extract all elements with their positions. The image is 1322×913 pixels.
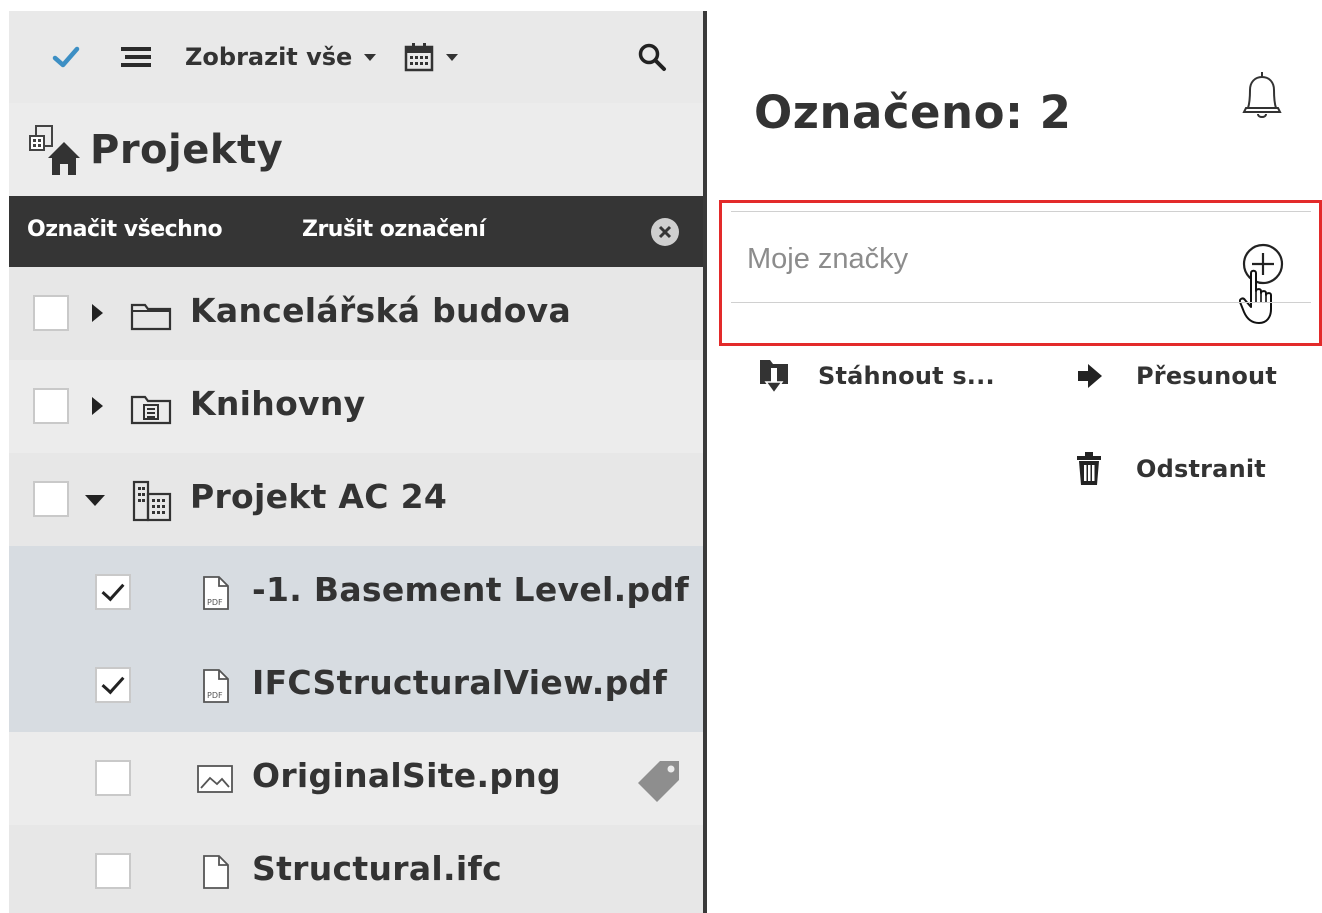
image-file-icon [197,765,233,793]
collapse-arrow-icon[interactable] [85,495,105,506]
projects-header: Projekty [9,103,703,196]
tag-icon[interactable] [636,758,682,804]
download-label: Stáhnout s... [818,362,995,390]
chevron-down-icon [446,53,458,61]
tree-row-ifc-pdf[interactable]: PDF IFCStructuralView.pdf [9,639,703,732]
tree-item-label: -1. Basement Level.pdf [252,570,690,609]
row-checkbox[interactable] [95,853,131,889]
tree-row-kancelarska[interactable]: Kancelářská budova [9,267,703,360]
divider [731,302,1311,303]
selection-count-title: Označeno: 2 [754,86,1072,139]
library-folder-icon [130,395,172,425]
file-icon [203,855,229,889]
chevron-down-icon [364,53,377,61]
close-icon[interactable] [651,218,679,246]
selection-bar: Označit všechno Zrušit označení [9,196,703,267]
show-all-dropdown[interactable]: Zobrazit vše [185,39,377,75]
arrow-right-icon [1069,356,1109,396]
check-icon[interactable] [51,39,81,75]
tree-item-label: Kancelářská budova [190,291,572,330]
tree-row-structural-ifc[interactable]: Structural.ifc [9,825,703,913]
hand-cursor-icon [1239,269,1272,324]
download-icon [754,356,794,396]
select-all-button[interactable]: Označit všechno [27,217,223,242]
show-all-label: Zobrazit vše [185,43,353,71]
tree-row-basement-pdf[interactable]: PDF -1. Basement Level.pdf [9,546,703,639]
building-icon [132,480,172,522]
folder-icon [130,303,172,331]
tree-item-label: Structural.ifc [252,849,502,888]
move-button[interactable]: Přesunout [1069,356,1277,396]
search-icon[interactable] [637,39,667,75]
row-checkbox[interactable] [95,760,131,796]
tree-row-projekt-ac24[interactable]: Projekt AC 24 [9,453,703,546]
panel-divider[interactable] [703,11,707,913]
divider [731,211,1311,212]
svg-text:PDF: PDF [207,691,223,700]
tags-input-placeholder[interactable]: Moje značky [747,243,908,276]
row-checkbox[interactable] [33,388,69,424]
row-checkbox-checked[interactable] [95,667,131,703]
tree-item-label: OriginalSite.png [252,756,561,795]
row-checkbox-checked[interactable] [95,574,131,610]
list-icon[interactable] [119,39,153,75]
bell-icon[interactable] [1234,68,1290,124]
calendar-icon [404,43,434,72]
delete-button[interactable]: Odstranit [1069,449,1266,489]
projects-title: Projekty [90,126,284,173]
calendar-dropdown[interactable] [404,39,458,75]
pdf-file-icon: PDF [203,669,229,703]
move-label: Přesunout [1136,362,1278,390]
tree-row-originalsite[interactable]: OriginalSite.png [9,732,703,825]
trash-icon [1069,449,1109,489]
toolbar: Zobrazit vše [9,11,703,103]
expand-arrow-icon[interactable] [92,397,103,415]
tree-row-knihovny[interactable]: Knihovny [9,360,703,453]
deselect-button[interactable]: Zrušit označení [302,217,486,242]
expand-arrow-icon[interactable] [92,304,103,322]
download-button[interactable]: Stáhnout s... [754,356,995,396]
svg-text:PDF: PDF [207,598,223,607]
tags-section: Moje značky [719,200,1322,346]
pdf-file-icon: PDF [203,576,229,610]
tree-item-label: Knihovny [190,384,366,423]
tree-item-label: IFCStructuralView.pdf [252,663,668,702]
projects-icon [29,124,80,175]
tree-item-label: Projekt AC 24 [190,477,448,516]
left-panel: Zobrazit vše Projekty Označit všechno Zr… [9,11,703,913]
row-checkbox[interactable] [33,481,69,517]
delete-label: Odstranit [1136,455,1266,483]
row-checkbox[interactable] [33,295,69,331]
